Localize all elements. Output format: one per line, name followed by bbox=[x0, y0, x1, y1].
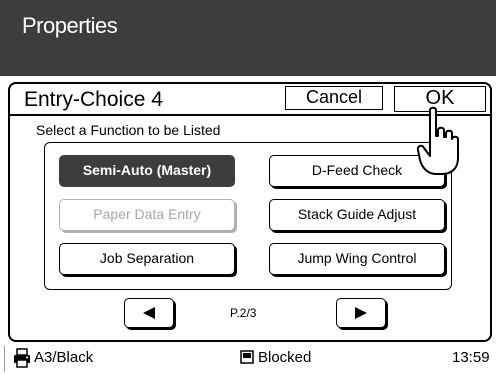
function-stack-guide-adjust[interactable]: Stack Guide Adjust bbox=[269, 199, 445, 231]
paper-status: A3/Black bbox=[34, 349, 94, 366]
next-page-button[interactable] bbox=[336, 298, 386, 328]
page-title: Properties bbox=[22, 13, 118, 38]
hand-cursor-icon bbox=[416, 106, 459, 175]
cancel-button[interactable]: Cancel bbox=[285, 86, 383, 110]
function-panel: Semi-Auto (Master) D-Feed Check Paper Da… bbox=[44, 142, 452, 290]
header-bar: Properties bbox=[0, 0, 496, 76]
clock: 13:59 bbox=[452, 349, 490, 366]
function-list-instruction: Select a Function to be Listed bbox=[36, 122, 221, 138]
function-job-separation[interactable]: Job Separation bbox=[59, 243, 235, 275]
left-triangle-icon bbox=[143, 307, 155, 319]
right-triangle-icon bbox=[355, 307, 367, 319]
function-paper-data-entry[interactable]: Paper Data Entry bbox=[59, 199, 235, 231]
page-indicator: P.2/3 bbox=[230, 306, 257, 320]
dialog-title: Entry-Choice 4 bbox=[24, 88, 163, 111]
machine-status: Blocked bbox=[258, 349, 312, 366]
function-jump-wing-control[interactable]: Jump Wing Control bbox=[269, 243, 445, 275]
function-semi-auto-master[interactable]: Semi-Auto (Master) bbox=[59, 155, 235, 187]
previous-page-button[interactable] bbox=[124, 298, 174, 328]
blocked-icon bbox=[240, 350, 254, 364]
printer-icon bbox=[14, 348, 30, 368]
status-separator bbox=[4, 346, 5, 372]
status-bar: A3/Black Blocked 13:59 bbox=[0, 344, 496, 374]
